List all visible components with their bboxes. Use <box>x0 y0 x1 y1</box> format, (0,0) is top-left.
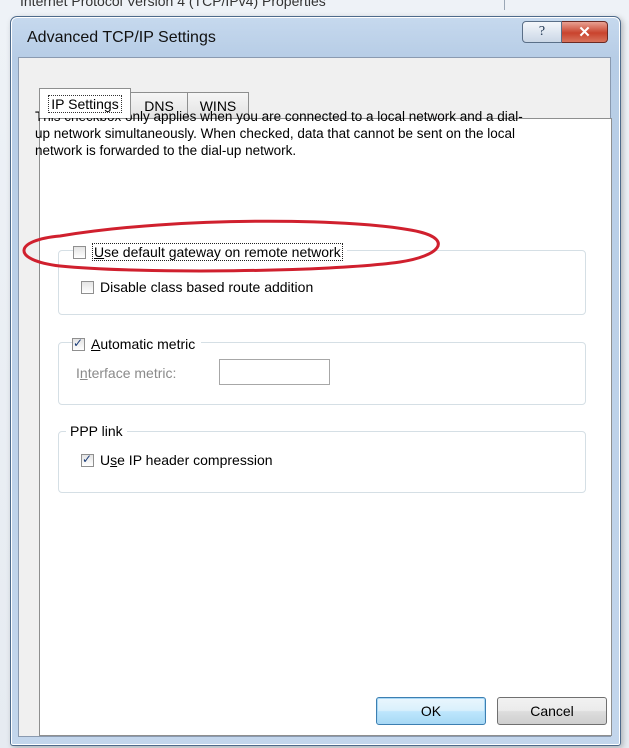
tab-ip-settings[interactable]: IP Settings <box>39 88 131 118</box>
screen: Internet Protocol Version 4 (TCP/IPv4) P… <box>0 0 629 748</box>
cancel-button-label: Cancel <box>530 703 574 719</box>
ok-button[interactable]: OK <box>376 697 486 725</box>
ok-button-label: OK <box>420 703 442 719</box>
cancel-button[interactable]: Cancel <box>497 697 607 725</box>
tab-ip-settings-label: IP Settings <box>48 94 122 113</box>
red-circle-mark <box>22 219 440 273</box>
